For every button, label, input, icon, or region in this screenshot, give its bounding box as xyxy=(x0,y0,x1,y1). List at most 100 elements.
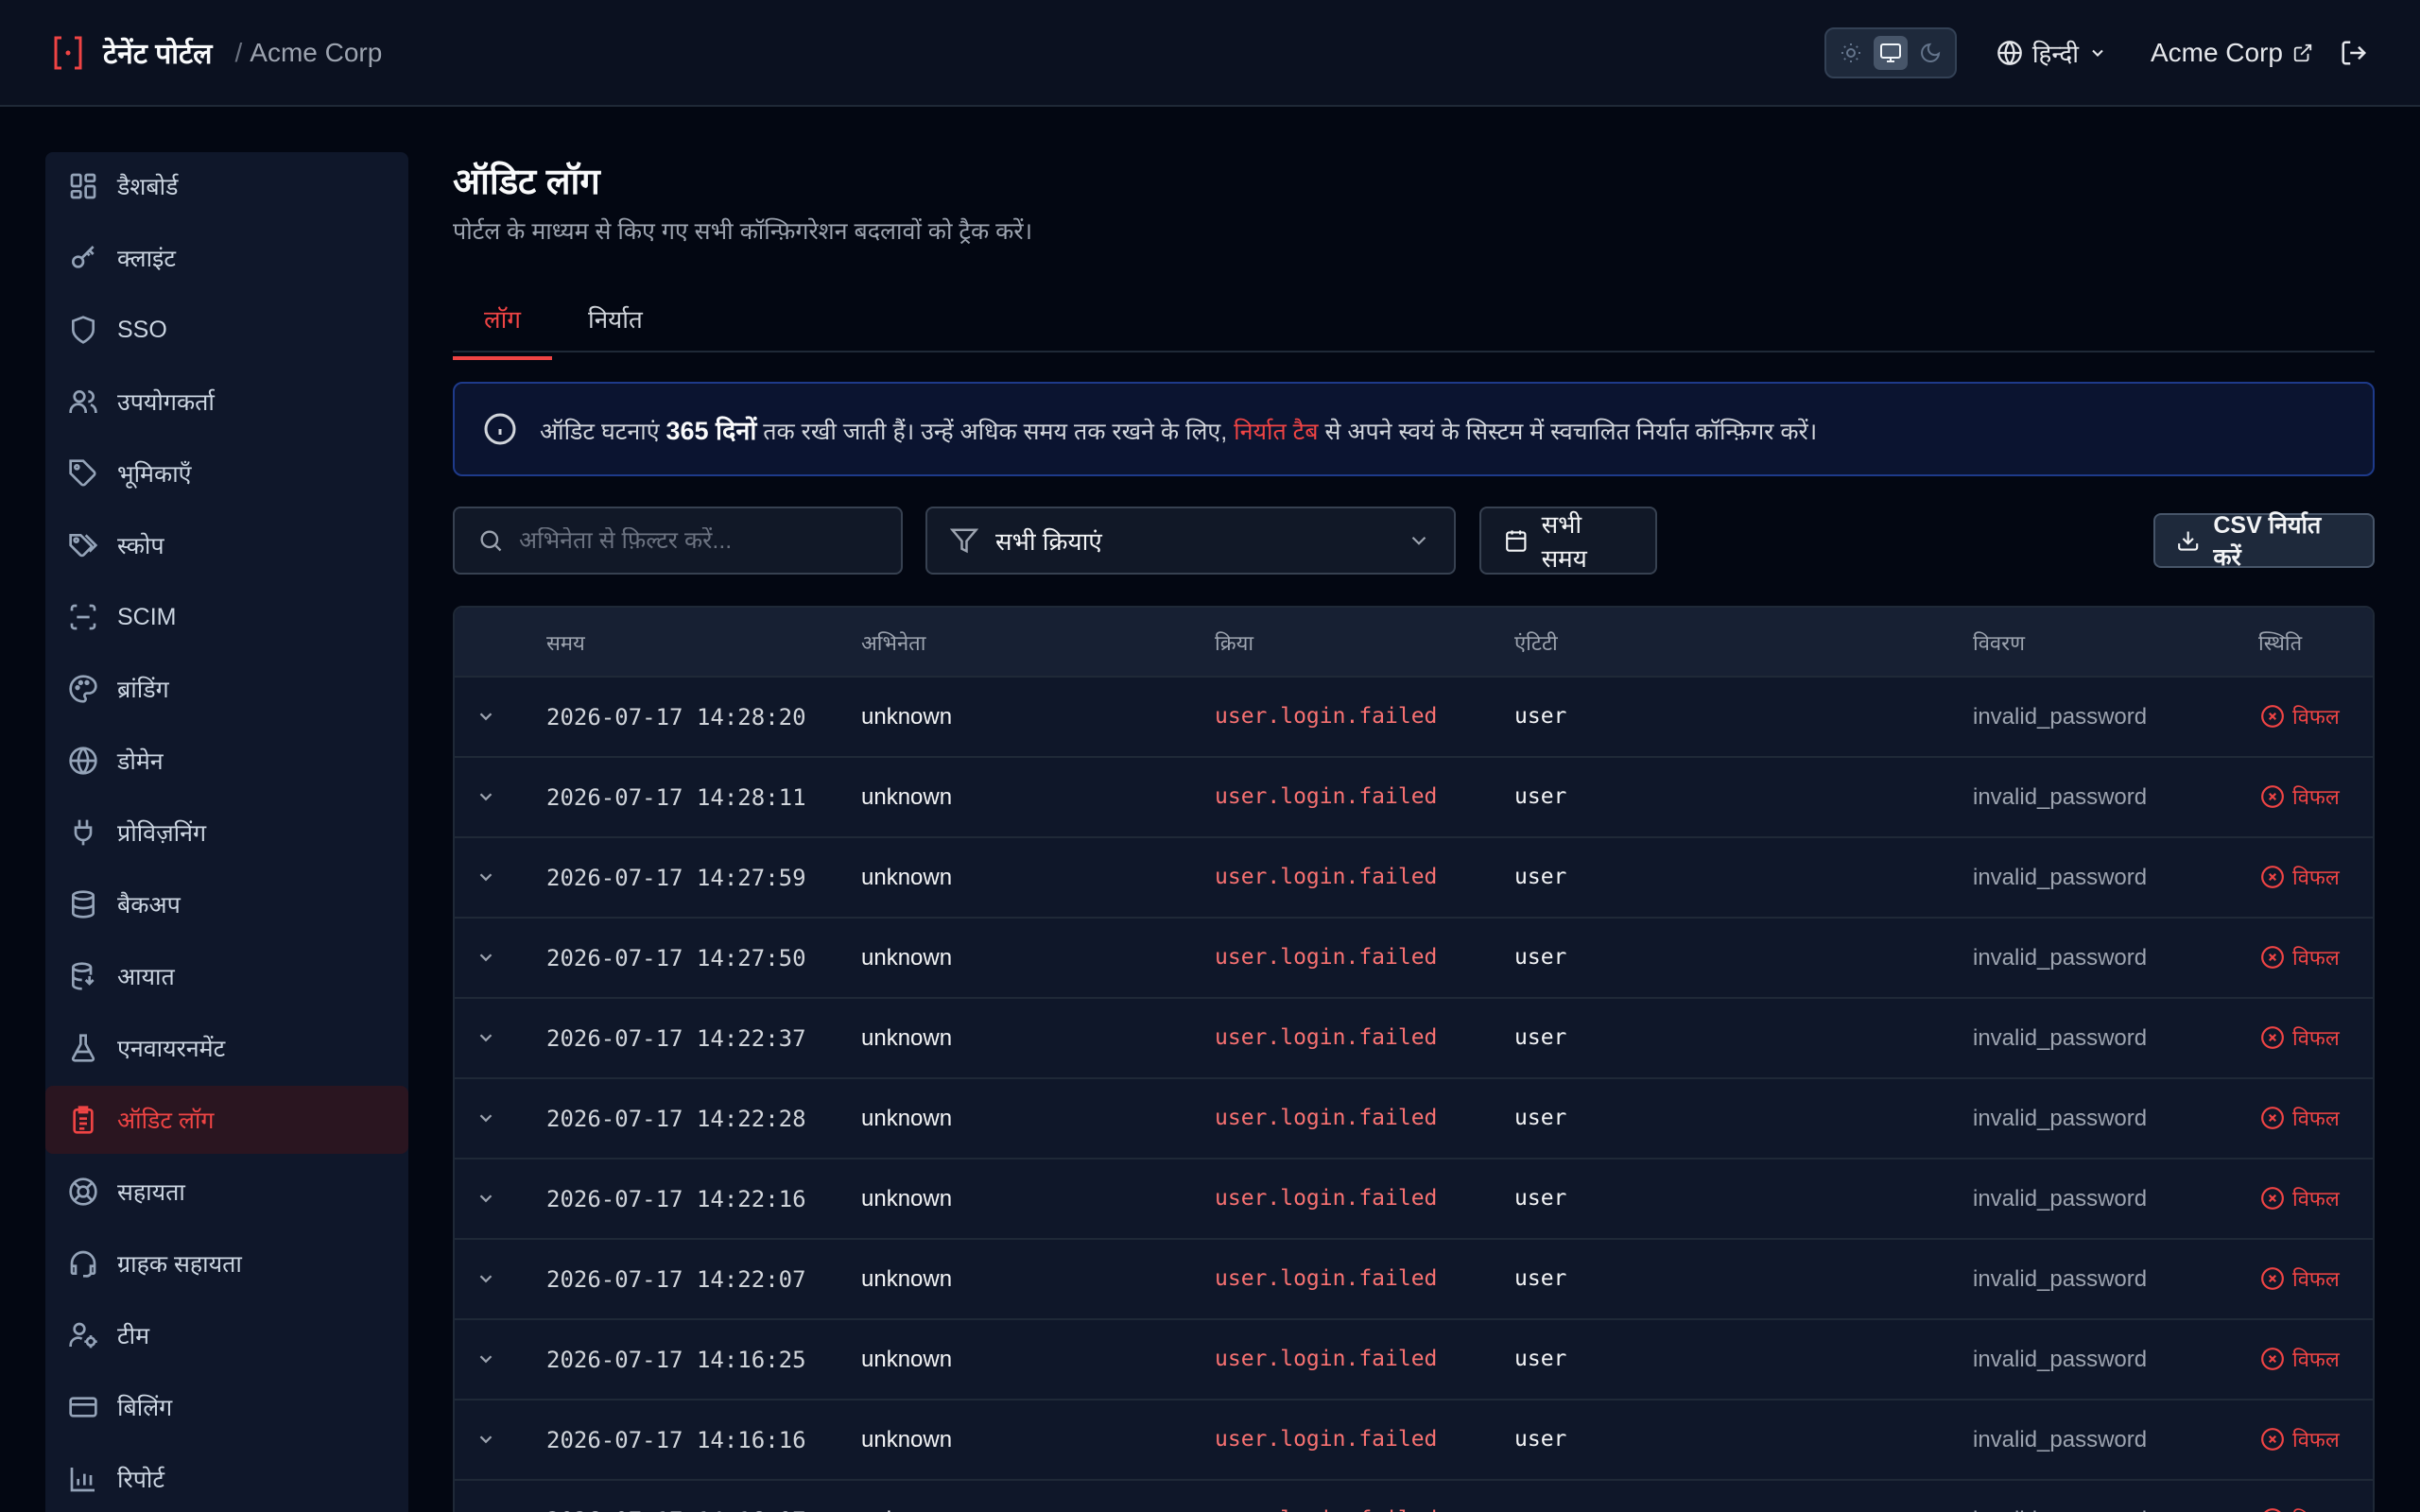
light-theme-button[interactable] xyxy=(1834,36,1868,70)
cell-time: 2026-07-17 14:27:50 xyxy=(546,945,806,971)
x-circle-icon xyxy=(2260,1266,2285,1291)
table-row[interactable]: 2026-07-17 14:28:20 unknown user.login.fai… xyxy=(455,678,2373,758)
chevron-down-icon xyxy=(2092,49,2103,57)
cell-entity: user xyxy=(1514,1106,1567,1130)
download-icon xyxy=(2178,531,2199,551)
logout-button[interactable] xyxy=(2340,39,2368,67)
tab-logs[interactable]: लॉग xyxy=(453,301,553,360)
cell-entity: user xyxy=(1514,1507,1566,1512)
cell-actor: unknown xyxy=(861,1347,953,1372)
monitor-icon xyxy=(1879,43,1901,62)
sidebar-item-sso[interactable]: SSO xyxy=(45,296,408,364)
expand-row-button[interactable] xyxy=(475,706,496,727)
tag-icon xyxy=(69,459,96,487)
action-filter-select[interactable]: सभी क्रियाएं xyxy=(925,507,1456,575)
cell-detail: invalid_password xyxy=(1973,704,2148,730)
table-row[interactable]: 2026-07-17 14:16:07 unknown user.login.fai… xyxy=(455,1481,2373,1512)
cell-actor: unknown xyxy=(861,1025,953,1051)
tab-export[interactable]: निर्यात xyxy=(588,301,643,356)
language-selector[interactable]: हिन्दी xyxy=(1996,36,2107,70)
info-icon xyxy=(484,413,516,445)
sidebar-item-provisioning[interactable]: प्रोविज़निंग xyxy=(45,799,408,867)
sidebar-item-clients[interactable]: क्लाइंट xyxy=(45,224,408,292)
cell-actor: unknown xyxy=(861,945,953,971)
headset-icon xyxy=(70,1250,96,1278)
sidebar-item-domains[interactable]: डोमेन xyxy=(45,727,408,795)
cell-detail: invalid_password xyxy=(1973,1347,2148,1372)
sidebar-item-label: बैकअप xyxy=(117,892,181,919)
sidebar-item-label: डोमेन xyxy=(117,748,164,775)
system-theme-button[interactable] xyxy=(1873,35,1908,70)
retention-info-banner: ऑडिट घटनाएं 365 दिनों तक रखी जाती हैं। उ… xyxy=(453,382,2375,476)
chevron-down-icon xyxy=(475,867,496,887)
status-badge: विफल xyxy=(2260,1104,2340,1132)
expand-row-button[interactable] xyxy=(475,1349,496,1369)
table-row[interactable]: 2026-07-17 14:16:16 unknown user.login.fai… xyxy=(455,1400,2373,1481)
plug-icon xyxy=(74,819,93,846)
table-row[interactable]: 2026-07-17 14:22:16 unknown user.login.fai… xyxy=(455,1160,2373,1240)
sidebar-item-environments[interactable]: एनवायरनमेंट xyxy=(45,1014,408,1082)
table-row[interactable]: 2026-07-17 14:27:50 unknown user.login.fai… xyxy=(455,919,2373,999)
expand-row-button[interactable] xyxy=(475,1429,496,1450)
table-row[interactable]: 2026-07-17 14:16:25 unknown user.login.fai… xyxy=(455,1320,2373,1400)
table-row[interactable]: 2026-07-17 14:22:28 unknown user.login.fai… xyxy=(455,1079,2373,1160)
search-icon xyxy=(480,530,502,552)
cell-detail: invalid_password xyxy=(1973,945,2148,971)
table-row[interactable]: 2026-07-17 14:22:07 unknown user.login.fai… xyxy=(455,1240,2373,1320)
cell-action: user.login.failed xyxy=(1215,1106,1438,1130)
dark-theme-button[interactable] xyxy=(1913,36,1947,70)
sidebar-item-users[interactable]: उपयोगकर्ता xyxy=(45,368,408,436)
cell-detail: invalid_password xyxy=(1973,865,2148,890)
sidebar-item-import[interactable]: आयात xyxy=(45,942,408,1010)
status-badge: विफल xyxy=(2260,1264,2340,1293)
csv-export-button[interactable]: CSV निर्यात करें xyxy=(2153,512,2375,571)
lifebuoy-icon xyxy=(69,1177,97,1206)
action-filter-value: सभी क्रियाएं xyxy=(995,527,1102,556)
x-circle-icon xyxy=(2260,1186,2285,1211)
sidebar-item-team[interactable]: टीम xyxy=(45,1301,408,1369)
table-row[interactable]: 2026-07-17 14:27:59 unknown user.login.fai… xyxy=(455,838,2373,919)
sidebar-item-help[interactable]: सहायता xyxy=(45,1158,408,1226)
cell-time: 2026-07-17 14:28:11 xyxy=(546,784,806,811)
expand-row-button[interactable] xyxy=(475,1188,496,1209)
expand-row-button[interactable] xyxy=(475,1027,496,1048)
cell-detail: invalid_password xyxy=(1973,1507,2147,1512)
cell-action: user.login.failed xyxy=(1215,1347,1438,1371)
sidebar-item-label: टीम xyxy=(117,1323,150,1349)
cell-action: user.login.failed xyxy=(1215,784,1438,809)
x-circle-icon xyxy=(2260,865,2285,889)
x-circle-icon xyxy=(2260,945,2285,970)
expand-row-button[interactable] xyxy=(475,947,496,968)
sidebar-item-branding[interactable]: ब्रांडिंग xyxy=(45,655,408,723)
chevron-down-icon xyxy=(1411,536,1426,545)
table-row[interactable]: 2026-07-17 14:22:37 unknown user.login.fai… xyxy=(455,999,2373,1079)
user-cog-icon xyxy=(69,1322,97,1349)
expand-row-button[interactable] xyxy=(475,867,496,887)
column-entity: एंटिटी xyxy=(1514,631,1558,655)
expand-row-button[interactable] xyxy=(475,1108,496,1128)
moon-icon xyxy=(1920,43,1941,62)
table-row[interactable]: 2026-07-17 14:28:11 unknown user.login.fai… xyxy=(455,758,2373,838)
sidebar-item-reports[interactable]: रिपोर्ट xyxy=(45,1445,408,1512)
sidebar-item-roles[interactable]: भूमिकाएँ xyxy=(45,439,408,507)
export-tab-link[interactable]: निर्यात टैब xyxy=(1234,419,1318,445)
date-range-button[interactable]: सभी समय xyxy=(1479,507,1657,575)
csv-export-label: CSV निर्यात करें xyxy=(2213,512,2322,571)
sidebar-item-audit-log[interactable]: ऑडिट लॉग xyxy=(45,1086,408,1154)
actor-filter-input[interactable] xyxy=(519,526,878,555)
sidebar-item-backup[interactable]: बैकअप xyxy=(45,870,408,938)
expand-row-button[interactable] xyxy=(475,1268,496,1289)
app-name[interactable]: टेनेंट पोर्टल xyxy=(103,33,213,72)
sidebar-item-billing[interactable]: बिलिंग xyxy=(45,1373,408,1441)
tags-icon xyxy=(69,534,98,558)
dashboard-icon xyxy=(70,173,96,199)
sidebar-item-dashboard[interactable]: डैशबोर्ड xyxy=(45,152,408,220)
column-status: स्थिति xyxy=(2258,631,2303,655)
chevron-down-icon xyxy=(475,1429,496,1450)
sidebar-item-scopes[interactable]: स्कोप xyxy=(45,511,408,579)
tenant-external-link[interactable]: Acme Corp xyxy=(2151,38,2313,68)
sidebar-item-label: क्लाइंट xyxy=(117,246,176,272)
expand-row-button[interactable] xyxy=(475,786,496,807)
sidebar-item-customer-support[interactable]: ग्राहक सहायता xyxy=(45,1229,408,1297)
sidebar-item-scim[interactable]: SCIM xyxy=(45,583,408,651)
